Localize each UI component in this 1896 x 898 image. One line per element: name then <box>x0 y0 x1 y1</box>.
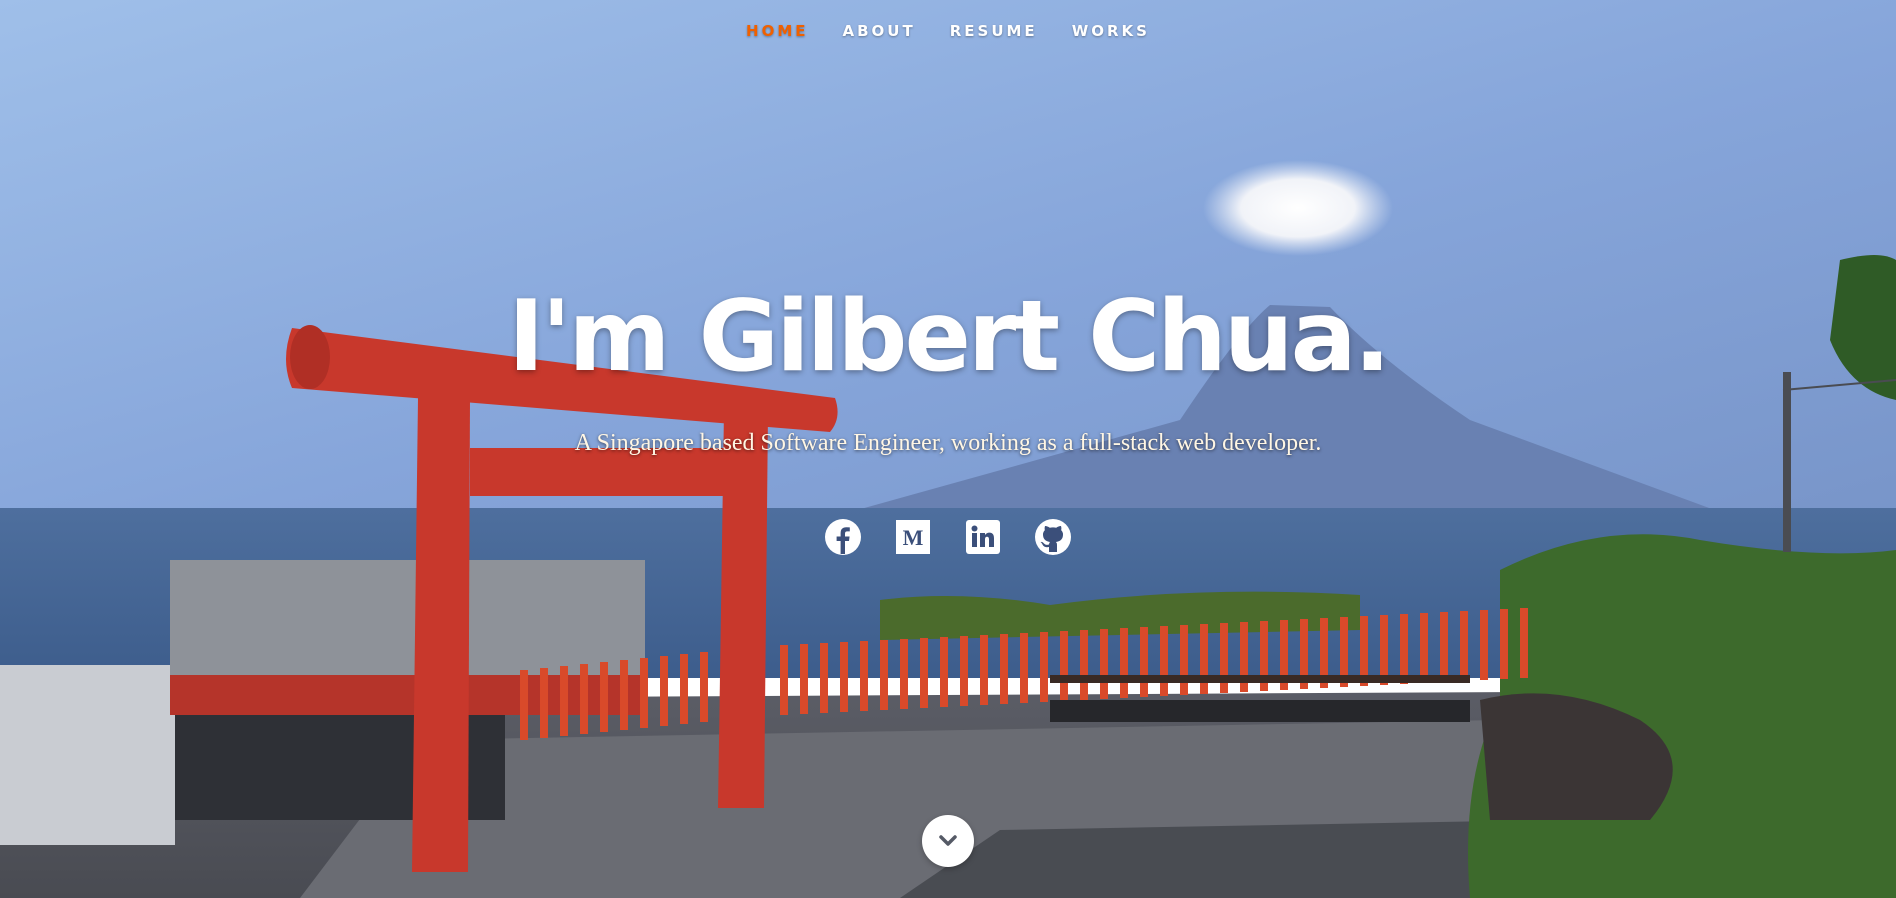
github-link[interactable] <box>1034 518 1072 556</box>
hero-title: I'm Gilbert Chua. <box>507 280 1391 394</box>
linkedin-link[interactable] <box>964 518 1002 556</box>
social-links: M <box>0 518 1896 556</box>
hero-subtitle: A Singapore based Software Engineer, wor… <box>574 430 1322 456</box>
github-icon <box>1035 519 1071 555</box>
nav-about-link[interactable]: ABOUT <box>843 22 916 40</box>
facebook-icon <box>825 519 861 555</box>
linkedin-icon <box>966 520 1000 554</box>
main-nav: HOME ABOUT RESUME WORKS <box>0 14 1896 48</box>
nav-resume-link[interactable]: RESUME <box>950 22 1038 40</box>
svg-text:M: M <box>903 525 924 550</box>
nav-home-link[interactable]: HOME <box>746 22 808 40</box>
facebook-link[interactable] <box>824 518 862 556</box>
scroll-down-button[interactable] <box>922 815 974 867</box>
medium-link[interactable]: M <box>894 518 932 556</box>
nav-works-link[interactable]: WORKS <box>1072 22 1150 40</box>
chevron-down-icon <box>939 835 957 846</box>
medium-icon: M <box>896 520 930 554</box>
